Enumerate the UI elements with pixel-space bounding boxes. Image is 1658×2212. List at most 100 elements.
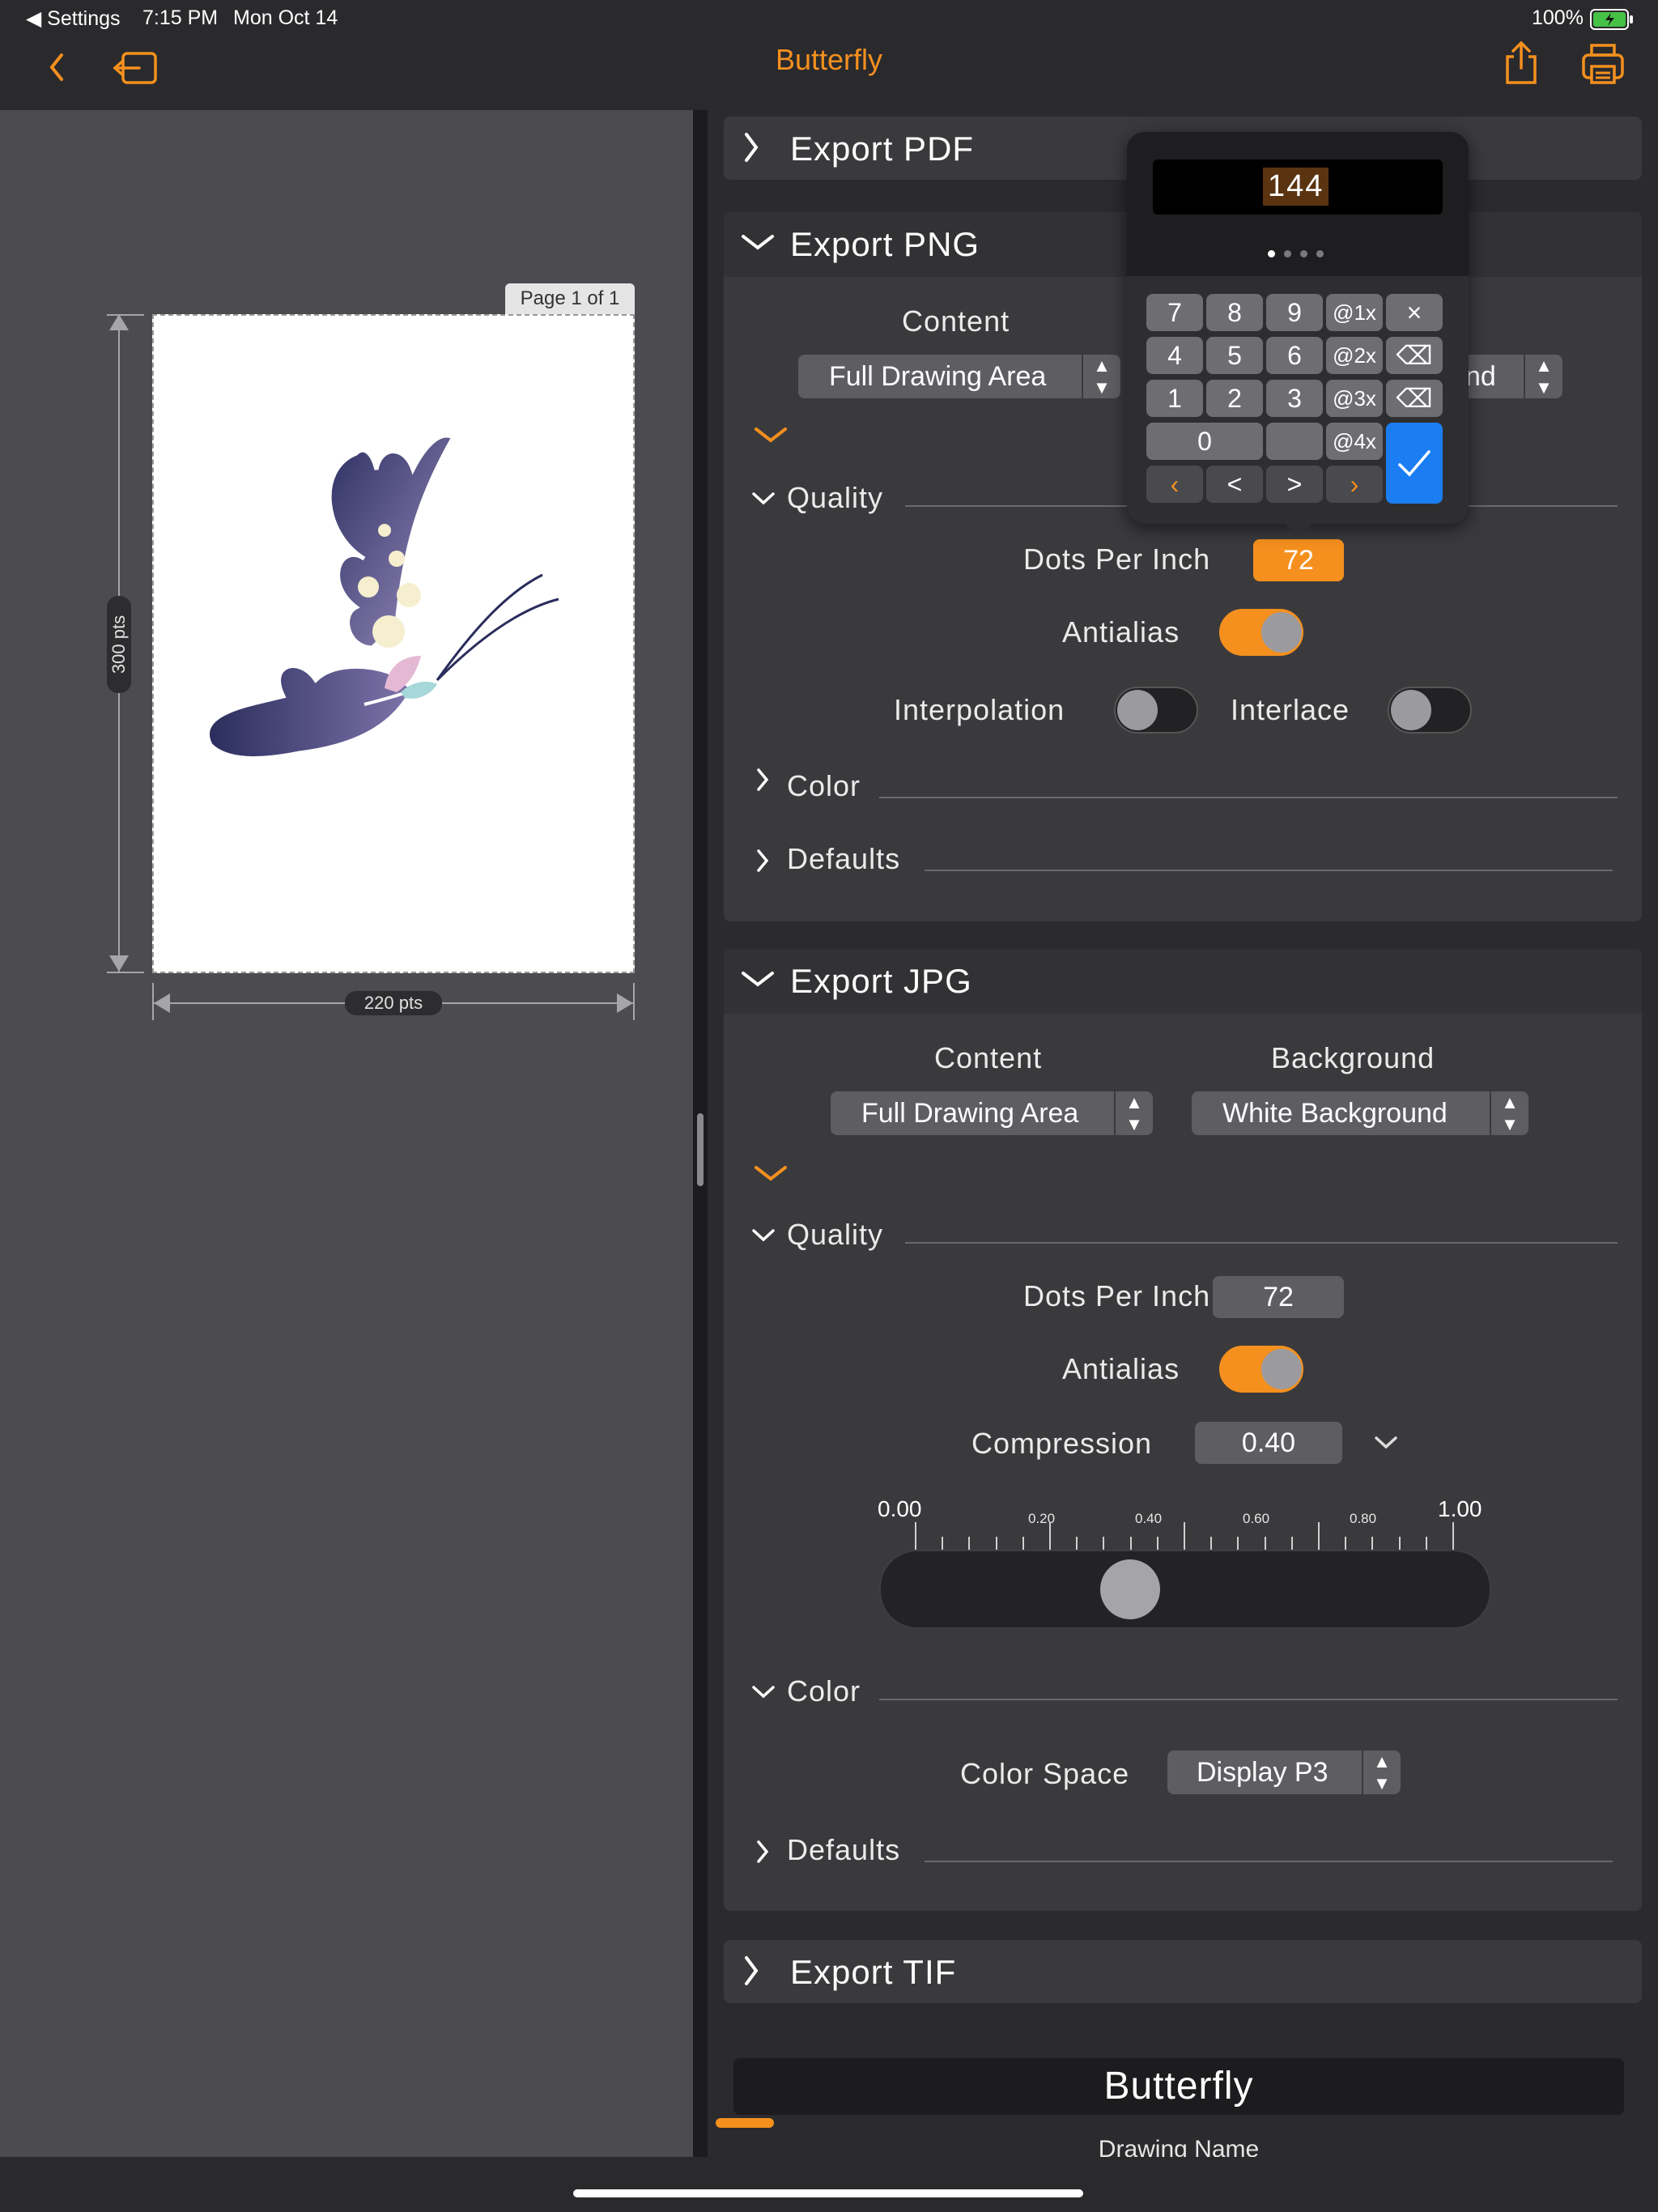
home-indicator[interactable] [573,2189,1083,2197]
compression-chevron-down-icon[interactable] [1373,1435,1399,1455]
share-icon[interactable] [1501,39,1541,91]
jpg-quality-rule [905,1242,1618,1244]
print-icon[interactable] [1580,42,1626,90]
defaults-chevron-right-icon[interactable] [755,847,771,878]
export-jpg-title: Export JPG [790,962,972,1000]
png-defaults-label: Defaults [787,842,901,875]
move-left-key-icon[interactable]: < [1206,466,1263,503]
key-0[interactable]: 0 [1146,423,1263,460]
more-options-chevron-icon[interactable] [753,424,789,449]
jpg-background-value: White Background [1222,1098,1448,1129]
updown-chevron-icon: ▲ ▼ [1362,1750,1401,1794]
keypad-display-value: 144 [1263,168,1329,206]
jpg-antialias-toggle[interactable] [1219,1346,1303,1393]
slider-min-label: 0.00 [878,1496,922,1521]
defaults-chevron-right-icon[interactable] [755,1838,771,1870]
more-options-chevron-icon[interactable] [753,1163,789,1188]
quality-chevron-down-icon[interactable] [751,1227,776,1248]
png-dpi-field[interactable]: 72 [1253,539,1344,581]
key-1x[interactable]: @1x [1326,294,1383,331]
key-1[interactable]: 1 [1146,380,1203,417]
jpg-defaults-rule [925,1861,1613,1862]
jpg-background-popup[interactable]: White Background ▲ ▼ [1192,1091,1528,1135]
chevron-right-icon [742,1951,761,1994]
png-interpolation-label: Interpolation [894,693,1065,726]
page-preview[interactable] [152,314,635,973]
arrow-right-icon [617,993,633,1013]
keypad-page-dots[interactable] [1268,250,1328,258]
key-9[interactable]: 9 [1266,294,1323,331]
color-chevron-right-icon[interactable] [755,766,771,798]
png-antialias-toggle[interactable] [1219,609,1303,656]
compression-slider-track[interactable] [879,1550,1491,1629]
png-quality-label: Quality [787,481,884,514]
export-tif-section[interactable]: Export TIF [724,1940,1642,2003]
color-space-label: Color Space [960,1757,1130,1790]
png-interpolation-toggle[interactable] [1114,687,1198,734]
updown-chevron-icon: ▲ ▼ [1114,1091,1153,1135]
split-divider-handle[interactable] [697,1113,704,1186]
chevron-down-icon [738,967,777,995]
compression-slider-knob[interactable] [1099,1559,1160,1619]
png-dpi-label: Dots Per Inch [1023,542,1211,576]
jpg-compression-field[interactable]: 0.40 [1195,1422,1342,1464]
chevron-down-icon [738,230,777,258]
jpg-color-rule [879,1699,1618,1700]
key-blank[interactable] [1266,423,1323,460]
drawing-name-field[interactable]: Butterfly [733,2058,1624,2115]
chevron-right-icon [742,128,761,171]
jpg-compression-label: Compression [971,1427,1153,1460]
export-jpg-header[interactable]: Export JPG [724,949,1642,1014]
move-right-key-icon[interactable]: > [1266,466,1323,503]
slider-tick [1129,1537,1132,1550]
slider-tick [1156,1537,1158,1550]
backspace-key-icon[interactable]: ⌫ [1386,380,1443,417]
key-7[interactable]: 7 [1146,294,1203,331]
color-space-popup[interactable]: Display P3 ▲ ▼ [1167,1750,1401,1794]
quality-chevron-down-icon[interactable] [751,491,776,511]
slider-ticks [915,1522,1454,1551]
battery-icon [1590,9,1634,34]
png-background-value: nd [1465,361,1496,392]
slider-tick [1076,1537,1078,1550]
key-8[interactable]: 8 [1206,294,1263,331]
width-label: 220 pts [345,991,442,1015]
export-png-title: Export PNG [790,225,980,263]
move-to-start-key-icon[interactable]: ‹ [1146,466,1203,503]
slider-tick [1237,1537,1239,1550]
key-4[interactable]: 4 [1146,337,1203,374]
slider-tick [1398,1537,1401,1550]
slider-tick [1371,1537,1374,1550]
confirm-checkmark-icon[interactable] [1386,423,1443,504]
popover-pointer [1286,524,1312,537]
key-2[interactable]: 2 [1206,380,1263,417]
drawing-name-underline [716,2118,774,2128]
slider-tick [1210,1537,1213,1550]
key-5[interactable]: 5 [1206,337,1263,374]
jpg-defaults-label: Defaults [787,1833,901,1866]
status-time: 7:15 PM [142,6,219,29]
back-to-settings[interactable]: ◀ Settings [26,6,121,31]
slider-tick [1425,1537,1427,1550]
forward-delete-key-icon[interactable]: ⌫ [1386,337,1443,374]
key-3x[interactable]: @3x [1326,380,1383,417]
export-tif-title: Export TIF [790,1953,957,1991]
png-content-popup[interactable]: Full Drawing Area ▲ ▼ [798,355,1120,398]
key-4x[interactable]: @4x [1326,423,1383,460]
number-keypad-popover: 144 7 8 9 @1x × 4 5 6 @2x ⌫ 1 2 3 @3x ⌫ … [1127,132,1469,537]
color-chevron-down-icon[interactable] [751,1684,776,1704]
page-badge: Page 1 of 1 [505,283,635,314]
jpg-dpi-field[interactable]: 72 [1213,1276,1344,1318]
slider-tick [1103,1537,1105,1550]
slider-tick [1290,1537,1293,1550]
png-interlace-toggle[interactable] [1388,687,1472,734]
key-3[interactable]: 3 [1266,380,1323,417]
key-6[interactable]: 6 [1266,337,1323,374]
move-to-end-key-icon[interactable]: › [1326,466,1383,503]
clear-key-icon[interactable]: × [1386,294,1443,331]
png-content-label: Content [902,304,1010,338]
slider-tick [915,1522,916,1550]
jpg-content-popup[interactable]: Full Drawing Area ▲ ▼ [831,1091,1153,1135]
updown-chevron-icon: ▲ ▼ [1082,355,1120,398]
key-2x[interactable]: @2x [1326,337,1383,374]
